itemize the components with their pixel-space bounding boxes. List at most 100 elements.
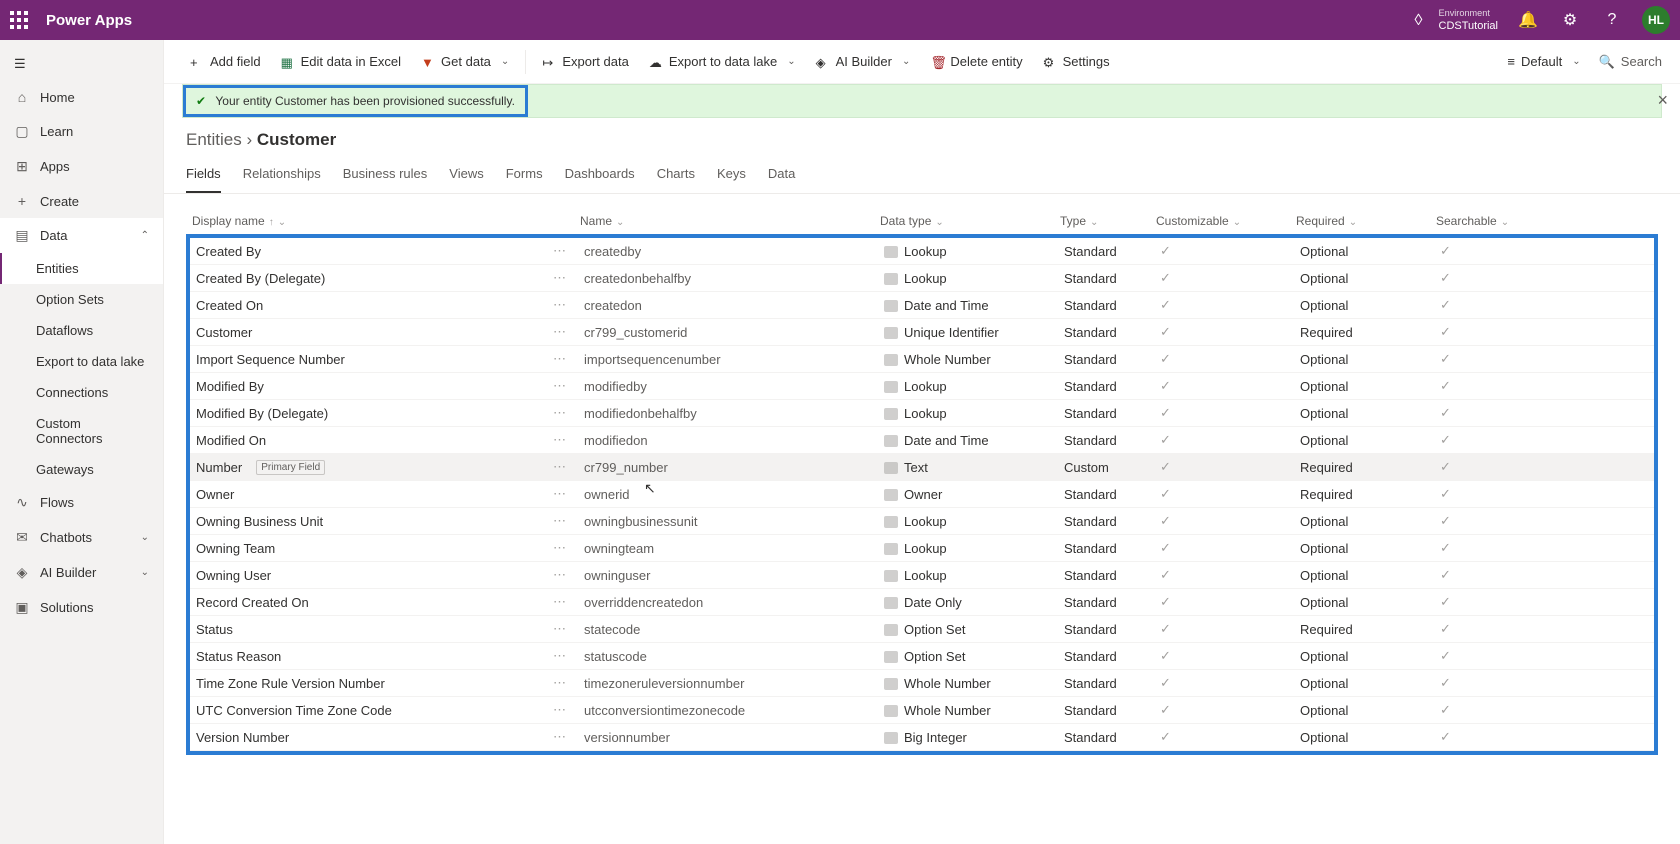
ai-builder-button[interactable]: ◈AI Builder⌄	[808, 50, 919, 73]
more-icon[interactable]: ⋯	[547, 243, 572, 259]
table-row[interactable]: UTC Conversion Time Zone Code⋯utcconvers…	[190, 697, 1654, 724]
more-icon[interactable]: ⋯	[547, 351, 572, 367]
table-row[interactable]: Time Zone Rule Version Number⋯timezoneru…	[190, 670, 1654, 697]
table-row[interactable]: Modified By (Delegate)⋯modifiedonbehalfb…	[190, 400, 1654, 427]
sidebar-item-ai-builder[interactable]: ◈AI Builder⌄	[0, 555, 163, 590]
more-icon[interactable]: ⋯	[547, 378, 572, 394]
col-searchable[interactable]: Searchable⌄	[1430, 214, 1510, 228]
more-icon[interactable]: ⋯	[547, 675, 572, 691]
sidebar-item-data[interactable]: ▤Data⌃	[0, 218, 163, 253]
table-row[interactable]: Modified By⋯modifiedbyLookupStandard✓Opt…	[190, 373, 1654, 400]
add-field-button[interactable]: +Add field	[182, 50, 269, 73]
more-icon[interactable]: ⋯	[547, 729, 572, 745]
col-display-name[interactable]: Display name↑⌄	[186, 214, 574, 228]
more-icon[interactable]: ⋯	[547, 324, 572, 340]
table-row[interactable]: Record Created On⋯overriddencreatedonDat…	[190, 589, 1654, 616]
table-row[interactable]: Status⋯statecodeOption SetStandard✓Requi…	[190, 616, 1654, 643]
sidebar-item-chatbots[interactable]: ✉Chatbots⌄	[0, 520, 163, 555]
tab-forms[interactable]: Forms	[506, 160, 543, 193]
more-icon[interactable]: ⋯	[547, 513, 572, 529]
table-row[interactable]: Owning Team⋯owningteamLookupStandard✓Opt…	[190, 535, 1654, 562]
table-row[interactable]: Modified On⋯modifiedonDate and TimeStand…	[190, 427, 1654, 454]
field-display-name: Modified On	[196, 433, 266, 448]
more-icon[interactable]: ⋯	[547, 459, 572, 475]
tab-views[interactable]: Views	[449, 160, 483, 193]
field-customizable: ✓	[1154, 540, 1294, 556]
help-icon[interactable]: ?	[1600, 8, 1624, 32]
tab-dashboards[interactable]: Dashboards	[565, 160, 635, 193]
table-row[interactable]: Created By⋯createdbyLookupStandard✓Optio…	[190, 238, 1654, 265]
more-icon[interactable]: ⋯	[547, 540, 572, 556]
sidebar-sub-export-to-data-lake[interactable]: Export to data lake	[0, 346, 163, 377]
notifications-icon[interactable]: 🔔	[1516, 8, 1540, 32]
table-row[interactable]: NumberPrimary Field⋯cr799_numberTextCust…	[190, 454, 1654, 481]
datatype-icon	[884, 300, 898, 312]
table-row[interactable]: Owning Business Unit⋯owningbusinessunitL…	[190, 508, 1654, 535]
table-row[interactable]: Created On⋯createdonDate and TimeStandar…	[190, 292, 1654, 319]
field-display-name: UTC Conversion Time Zone Code	[196, 703, 392, 718]
avatar[interactable]: HL	[1642, 6, 1670, 34]
sidebar-item-flows[interactable]: ∿Flows	[0, 485, 163, 520]
table-row[interactable]: Customer⋯cr799_customeridUnique Identifi…	[190, 319, 1654, 346]
col-type[interactable]: Type⌄	[1054, 214, 1150, 228]
edit-excel-button[interactable]: ▦Edit data in Excel	[273, 50, 409, 73]
delete-entity-button[interactable]: 🗑Delete entity	[922, 50, 1030, 73]
sidebar-sub-gateways[interactable]: Gateways	[0, 454, 163, 485]
table-row[interactable]: Version Number⋯versionnumberBig IntegerS…	[190, 724, 1654, 751]
table-row[interactable]: Status Reason⋯statuscodeOption SetStanda…	[190, 643, 1654, 670]
search-input[interactable]: 🔍Search	[1599, 54, 1662, 70]
more-icon[interactable]: ⋯	[547, 297, 572, 313]
tab-data[interactable]: Data	[768, 160, 795, 193]
settings-button[interactable]: ⚙Settings	[1035, 50, 1118, 73]
sidebar-sub-dataflows[interactable]: Dataflows	[0, 315, 163, 346]
environment-picker[interactable]: ◊ EnvironmentCDSTutorial	[1407, 7, 1499, 33]
waffle-icon[interactable]	[10, 11, 28, 29]
field-datatype: Whole Number	[878, 676, 1058, 691]
col-required[interactable]: Required⌄	[1290, 214, 1430, 228]
breadcrumb-parent[interactable]: Entities	[186, 130, 242, 149]
more-icon[interactable]: ⋯	[547, 621, 572, 637]
sidebar-sub-option-sets[interactable]: Option Sets	[0, 284, 163, 315]
sidebar-item-home[interactable]: ⌂Home	[0, 80, 163, 114]
sidebar-sub-entities[interactable]: Entities	[0, 253, 163, 284]
table-row[interactable]: Import Sequence Number⋯importsequencenum…	[190, 346, 1654, 373]
sidebar-item-create[interactable]: +Create	[0, 184, 163, 218]
tab-business-rules[interactable]: Business rules	[343, 160, 428, 193]
more-icon[interactable]: ⋯	[547, 648, 572, 664]
more-icon[interactable]: ⋯	[547, 567, 572, 583]
more-icon[interactable]: ⋯	[547, 486, 572, 502]
more-icon[interactable]: ⋯	[547, 405, 572, 421]
datatype-icon	[884, 516, 898, 528]
tab-charts[interactable]: Charts	[657, 160, 695, 193]
more-icon[interactable]: ⋯	[547, 594, 572, 610]
col-customizable[interactable]: Customizable⌄	[1150, 214, 1290, 228]
view-selector[interactable]: ≡Default⌄	[1499, 50, 1588, 73]
hamburger-icon[interactable]: ☰	[0, 48, 163, 80]
field-datatype: Option Set	[878, 649, 1058, 664]
table-row[interactable]: Owning User⋯owninguserLookupStandard✓Opt…	[190, 562, 1654, 589]
export-lake-button[interactable]: ☁Export to data lake⌄	[641, 50, 804, 73]
tab-relationships[interactable]: Relationships	[243, 160, 321, 193]
more-icon[interactable]: ⋯	[547, 270, 572, 286]
more-icon[interactable]: ⋯	[547, 432, 572, 448]
tab-keys[interactable]: Keys	[717, 160, 746, 193]
get-data-button[interactable]: ▼Get data⌄	[413, 50, 517, 73]
sidebar-sub-custom-connectors[interactable]: Custom Connectors	[0, 408, 163, 454]
col-name[interactable]: Name⌄	[574, 214, 874, 228]
col-datatype[interactable]: Data type⌄	[874, 214, 1054, 228]
more-icon[interactable]: ⋯	[547, 702, 572, 718]
sidebar-sub-connections[interactable]: Connections	[0, 377, 163, 408]
export-data-button[interactable]: ↦Export data	[534, 50, 637, 73]
nav-icon: ⊞	[14, 158, 30, 175]
tab-fields[interactable]: Fields	[186, 160, 221, 193]
table-row[interactable]: Created By (Delegate)⋯createdonbehalfbyL…	[190, 265, 1654, 292]
field-datatype: Date and Time	[878, 298, 1058, 313]
sidebar-item-learn[interactable]: ▢Learn	[0, 114, 163, 149]
settings-icon[interactable]: ⚙	[1558, 8, 1582, 32]
close-icon[interactable]: ×	[1657, 90, 1668, 111]
field-name: createdby	[578, 244, 878, 259]
sidebar-item-apps[interactable]: ⊞Apps	[0, 149, 163, 184]
chevron-down-icon: ⌄	[1090, 217, 1098, 228]
sidebar-item-solutions[interactable]: ▣Solutions	[0, 590, 163, 625]
table-row[interactable]: Owner⋯owneridOwnerStandard✓Required✓	[190, 481, 1654, 508]
